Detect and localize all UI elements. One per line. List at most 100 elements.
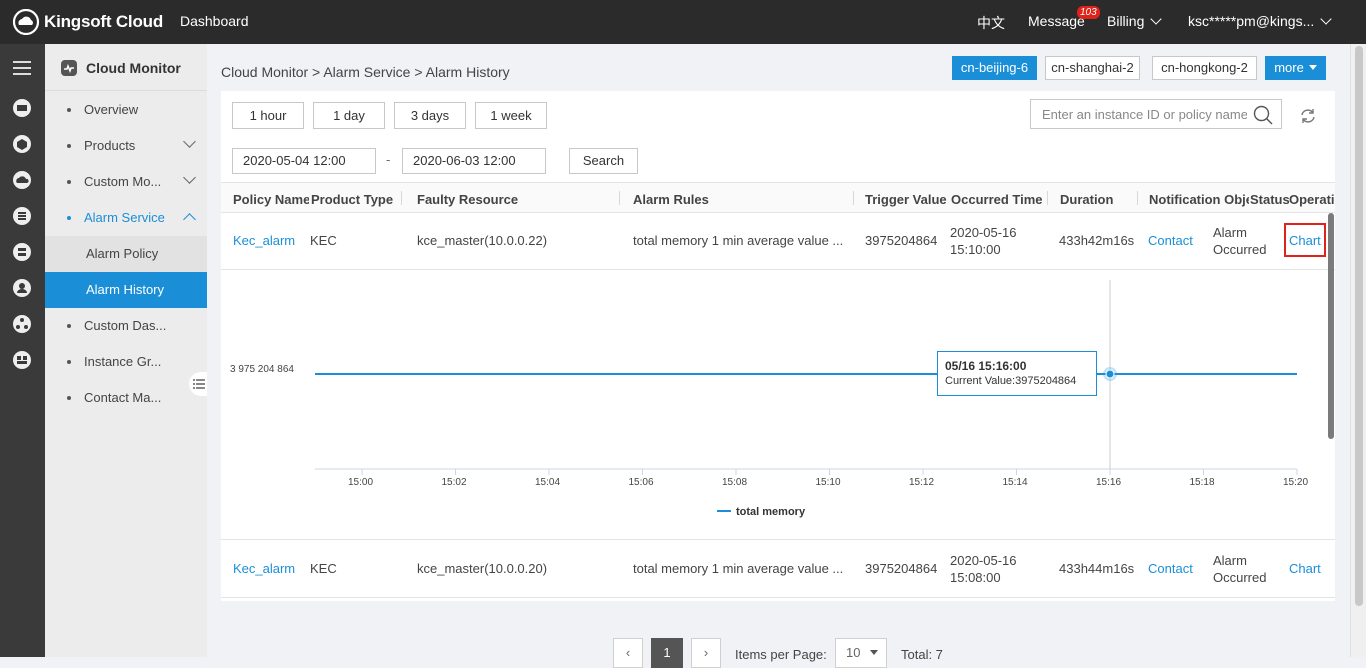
col-product-type[interactable]: Product Type	[311, 192, 393, 207]
icon-rail	[0, 44, 45, 657]
x-tick-label: 15:14	[1002, 477, 1028, 488]
database-icon[interactable]	[12, 242, 32, 262]
line-chart-svg	[315, 280, 1298, 475]
x-tick-label: 15:18	[1189, 477, 1215, 488]
alarm-rule-cell: total memory 1 min average value ...	[633, 561, 844, 576]
user-icon[interactable]	[12, 278, 32, 298]
sidebar-subitem-alarm-history[interactable]: Alarm History	[45, 272, 207, 308]
policy-name-link[interactable]: Kec_alarm	[233, 561, 295, 576]
menu-icon[interactable]	[12, 58, 32, 78]
list-icon[interactable]	[12, 206, 32, 226]
cube-icon[interactable]	[12, 134, 32, 154]
policy-name-link[interactable]: Kec_alarm	[233, 233, 295, 248]
product-type-cell: KEC	[310, 561, 337, 576]
account-label: ksc*****pm@kings...	[1188, 13, 1315, 29]
range-1-day-button[interactable]: 1 day	[313, 102, 385, 129]
date-range-separator: -	[386, 152, 391, 167]
col-alarm-rules[interactable]: Alarm Rules	[633, 192, 709, 207]
duration-cell: 433h42m16s	[1059, 233, 1135, 248]
refresh-icon[interactable]	[1299, 107, 1317, 125]
side-nav-header: Cloud Monitor	[45, 44, 207, 91]
search-icon[interactable]	[1253, 105, 1273, 125]
items-per-page-label: Items per Page:	[735, 647, 827, 662]
table-row: Kec_alarm KEC kce_master(10.0.0.22) tota…	[221, 213, 1335, 270]
chevron-down-icon	[183, 135, 196, 148]
x-tick-label: 15:06	[628, 477, 654, 488]
sidebar-item-products[interactable]: Products	[45, 128, 207, 164]
collapse-sidebar-toggle[interactable]	[189, 372, 207, 396]
duration-cell: 433h44m16s	[1059, 561, 1135, 576]
col-duration[interactable]: Duration	[1060, 192, 1113, 207]
apps-icon[interactable]	[12, 350, 32, 370]
sidebar-item-instance-group[interactable]: Instance Gr...	[45, 344, 207, 380]
sidebar-item-alarm-service[interactable]: Alarm Service	[45, 200, 207, 236]
col-occurred-time[interactable]: Occurred Time	[951, 192, 1043, 207]
page-scrollbar-thumb[interactable]	[1355, 46, 1363, 606]
page-scrollbar[interactable]	[1350, 44, 1366, 657]
range-3-days-button[interactable]: 3 days	[394, 102, 466, 129]
contact-link[interactable]: Contact	[1148, 233, 1193, 248]
region-more-dropdown[interactable]: more	[1265, 56, 1326, 80]
instance-search-input[interactable]	[1042, 107, 1247, 122]
sidebar-item-custom-dashboard[interactable]: Custom Das...	[45, 308, 207, 344]
start-date-input[interactable]: 2020-05-04 12:00	[232, 148, 376, 174]
chart-tooltip: 05/16 15:16:00 Current Value:3975204864	[937, 351, 1097, 396]
region-shanghai[interactable]: cn-shanghai-2	[1045, 56, 1140, 80]
sidebar-item-label: Alarm Policy	[86, 246, 159, 261]
sidebar-item-label: Custom Mo...	[84, 174, 162, 189]
region-hongkong[interactable]: cn-hongkong-2	[1152, 56, 1257, 80]
contact-link[interactable]: Contact	[1148, 561, 1193, 576]
sidebar-item-label: Custom Das...	[84, 318, 167, 333]
col-policy-name[interactable]: Policy Name	[233, 192, 309, 207]
x-tick-label: 15:12	[909, 477, 935, 488]
dashboard-link[interactable]: Dashboard	[180, 13, 249, 29]
col-trigger-value[interactable]: Trigger Value	[865, 192, 947, 207]
dashboard-icon[interactable]	[12, 98, 32, 118]
language-switch[interactable]: 中文	[977, 13, 1005, 33]
brand-name: Kingsoft Cloud	[44, 12, 164, 31]
caret-down-icon	[1308, 65, 1317, 70]
items-per-page-select[interactable]: 10	[835, 638, 887, 668]
sidebar-item-label: Contact Ma...	[84, 390, 162, 405]
col-faulty-resource[interactable]: Faulty Resource	[417, 192, 518, 207]
trigger-value-cell: 3975204864	[865, 561, 938, 576]
chart-link-highlight	[1284, 223, 1326, 257]
status-line-1: Alarm	[1213, 553, 1247, 568]
message-link[interactable]: Message	[1028, 13, 1085, 29]
chart-legend-item[interactable]: total memory	[717, 506, 805, 518]
search-button[interactable]: Search	[569, 148, 638, 174]
cloud-icon[interactable]	[12, 170, 32, 190]
sidebar-item-contact-management[interactable]: Contact Ma...	[45, 380, 207, 416]
network-icon[interactable]	[12, 314, 32, 334]
col-operation[interactable]: Operation	[1289, 192, 1335, 207]
chevron-down-icon	[183, 171, 196, 184]
kingsoft-logo[interactable]: Kingsoft Cloud	[12, 9, 163, 35]
sidebar-subitem-alarm-policy[interactable]: Alarm Policy	[45, 236, 207, 272]
sidebar-item-custom-monitoring[interactable]: Custom Mo...	[45, 164, 207, 200]
next-page-button[interactable]: ›	[691, 638, 721, 668]
region-beijing[interactable]: cn-beijing-6	[952, 56, 1037, 80]
legend-swatch	[717, 510, 731, 513]
prev-page-button[interactable]: ‹	[613, 638, 643, 668]
occurred-clock-cell: 15:10:00	[950, 242, 1001, 257]
sidebar-item-label: Alarm History	[86, 282, 165, 297]
account-menu[interactable]: ksc*****pm@kings...	[1188, 13, 1332, 29]
items-per-page-value: 10	[846, 645, 861, 660]
billing-menu[interactable]: Billing	[1107, 13, 1163, 29]
side-nav: Cloud Monitor Overview Products Custom M…	[45, 44, 207, 657]
table-scrollbar[interactable]	[1328, 213, 1334, 439]
col-notification-object[interactable]: Notification Object	[1149, 192, 1249, 207]
range-1-week-button[interactable]: 1 week	[475, 102, 547, 129]
page-1-button[interactable]: 1	[651, 638, 683, 668]
sidebar-item-overview[interactable]: Overview	[45, 92, 207, 128]
trigger-value-cell: 3975204864	[865, 233, 938, 248]
collapse-icon	[193, 379, 205, 389]
chevron-down-icon	[1320, 13, 1332, 25]
chart-link[interactable]: Chart	[1289, 561, 1321, 576]
total-count: Total: 7	[901, 647, 943, 662]
end-date-input[interactable]: 2020-06-03 12:00	[402, 148, 546, 174]
hover-data-point[interactable]	[1105, 369, 1115, 379]
range-1-hour-button[interactable]: 1 hour	[232, 102, 304, 129]
table-header: Policy Name Product Type Faulty Resource…	[221, 182, 1335, 213]
col-status[interactable]: Status	[1250, 192, 1290, 207]
